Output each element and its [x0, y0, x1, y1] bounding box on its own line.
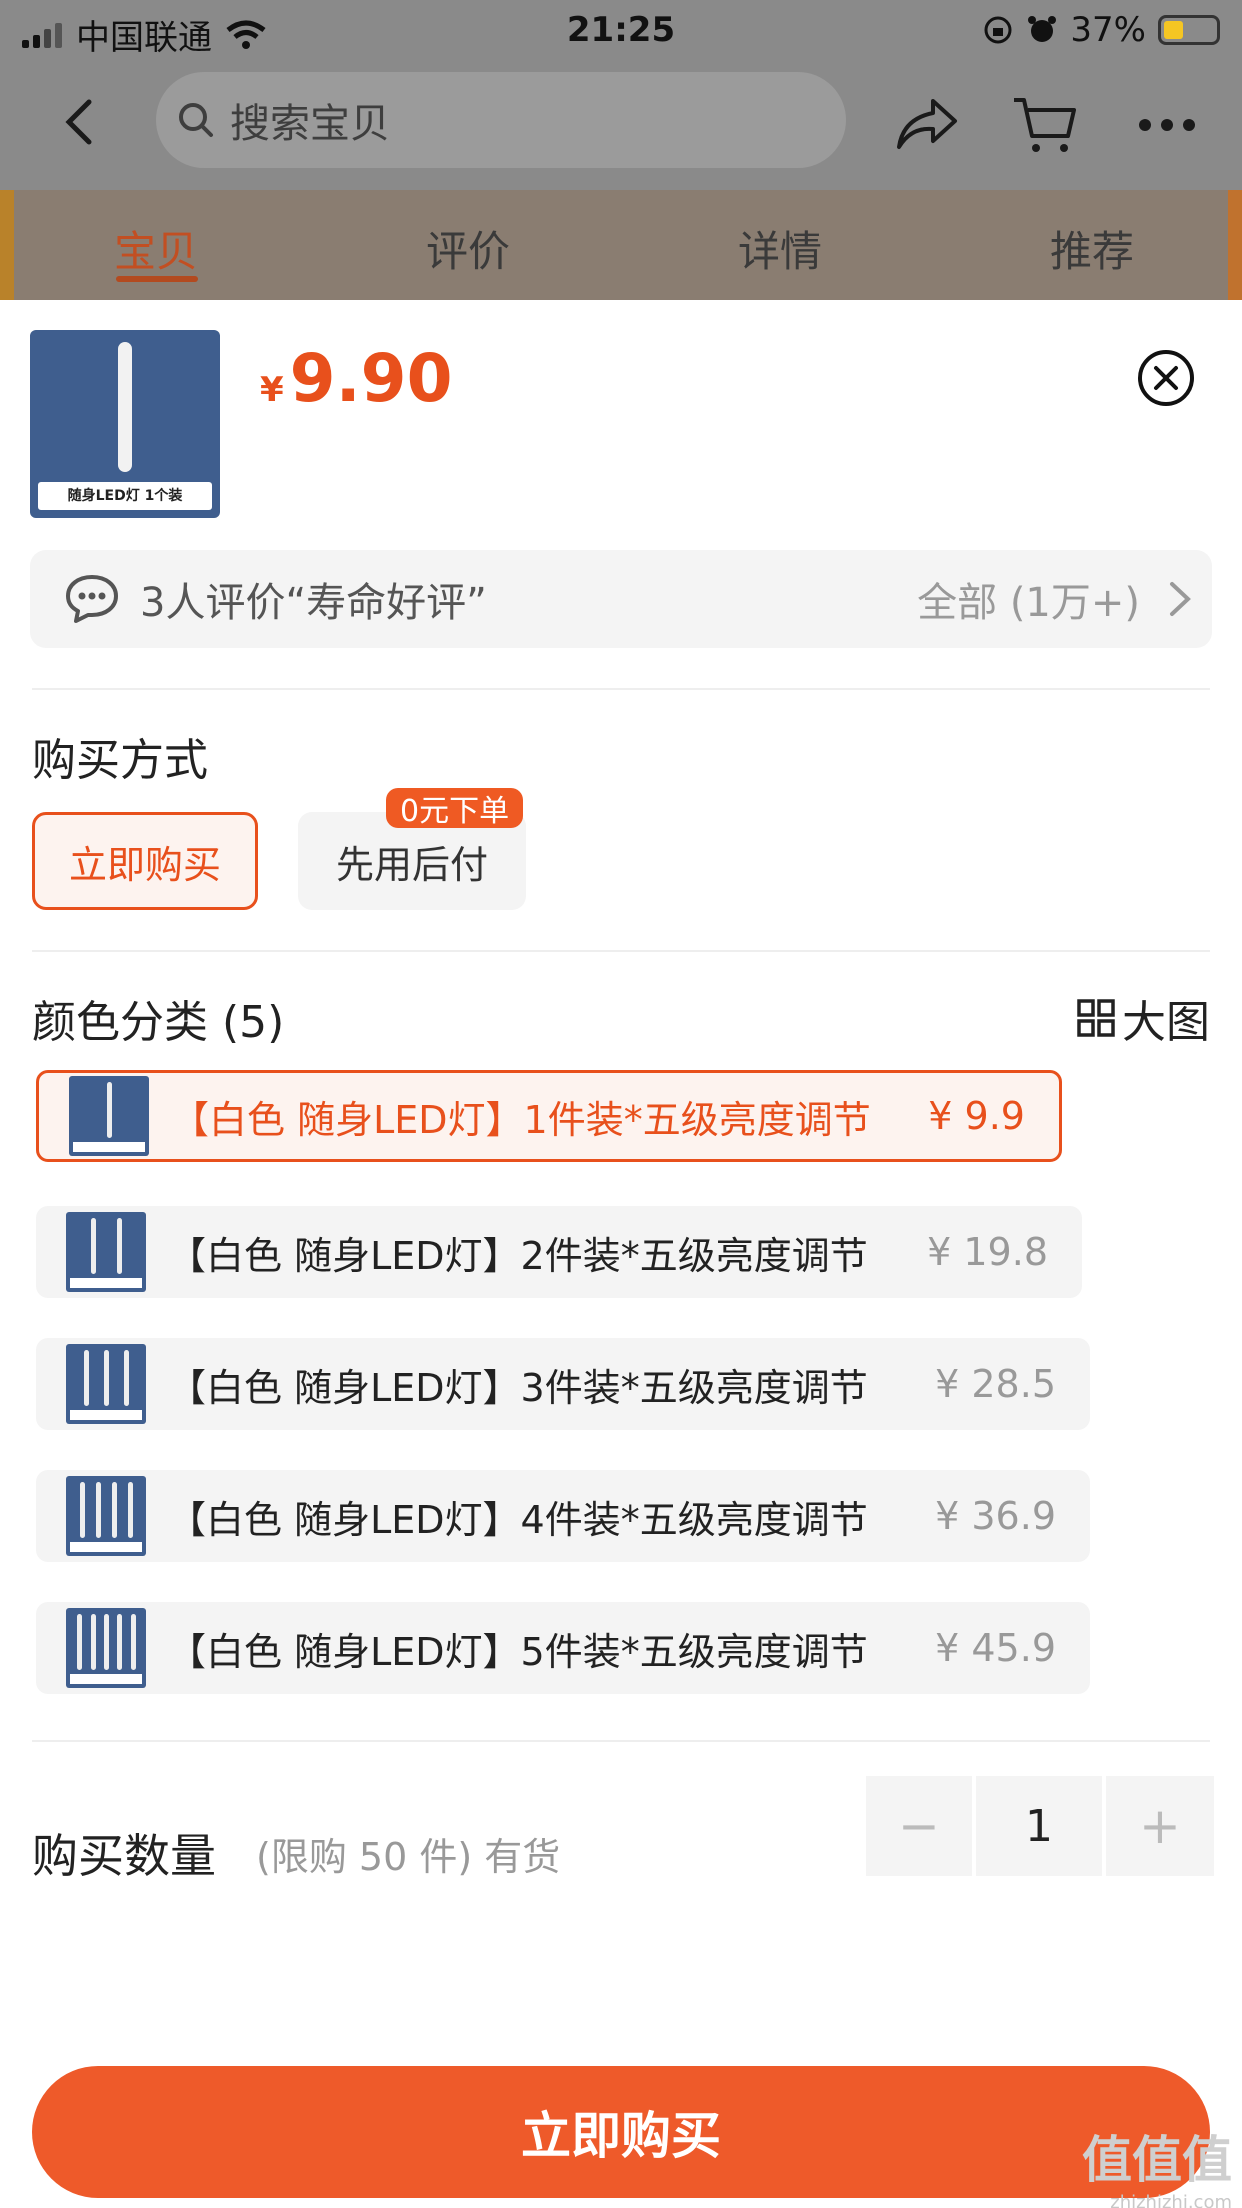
option-buy-now[interactable]: 立即购买 [32, 812, 258, 910]
variant-thumbnail [69, 1076, 149, 1156]
search-placeholder: 搜索宝贝 [230, 101, 390, 147]
led-stick-image [77, 1614, 82, 1670]
variant-label: 【白色 随身LED灯】1件装*五级亮度调节 [171, 1097, 871, 1142]
divider [32, 950, 1210, 952]
close-icon [1154, 366, 1178, 390]
tab-bar: 宝贝 评价 详情 推荐 [0, 190, 1242, 300]
variant-thumbnail [66, 1212, 146, 1292]
led-stick-image [128, 1482, 133, 1538]
led-stick-image [117, 1614, 122, 1670]
led-stick-image [91, 1218, 96, 1274]
tab-details[interactable]: 详情 [738, 218, 822, 279]
back-button[interactable] [50, 94, 106, 150]
led-stick-image [124, 1350, 129, 1406]
cart-icon [1014, 98, 1076, 152]
cart-button[interactable] [1010, 90, 1080, 160]
watermark-logo: 值值值 [1082, 2131, 1232, 2189]
tab-bar-edge-right [1228, 190, 1242, 300]
variant-price: ¥ 9.9 [928, 1094, 1025, 1138]
led-stick-image [107, 1082, 112, 1138]
led-stick-image [96, 1482, 101, 1538]
quantity-title: 购买数量 [32, 1829, 216, 1883]
search-input[interactable]: 搜索宝贝 [156, 72, 846, 168]
purchase-method-title: 购买方式 [32, 735, 208, 786]
led-stick-image [80, 1482, 85, 1538]
tab-active-indicator [116, 276, 198, 282]
more-icon [1139, 119, 1195, 131]
chevron-right-icon [1170, 582, 1191, 616]
price-value: 9.90 [289, 340, 453, 417]
divider [32, 688, 1210, 690]
led-stick-image [112, 1482, 117, 1538]
quantity-stepper: − 1 + [866, 1776, 1214, 1876]
rotation-lock-icon [984, 16, 1012, 44]
tab-reviews[interactable]: 评价 [426, 218, 510, 279]
led-stick-image [91, 1614, 96, 1670]
variant-option-3[interactable]: 【白色 随身LED灯】3件装*五级亮度调节 ¥ 28.5 [36, 1338, 1090, 1430]
variant-label: 【白色 随身LED灯】2件装*五级亮度调节 [168, 1233, 868, 1278]
product-thumbnail[interactable]: 随身LED灯 1个装 [30, 330, 220, 518]
watermark: 值值值 zhizhizhi.com [1082, 2120, 1232, 2208]
tab-baobei[interactable]: 宝贝 [114, 218, 198, 279]
led-stick-image [118, 342, 132, 472]
currency-symbol: ¥ [260, 370, 284, 410]
buy-now-button[interactable]: 立即购买 [32, 2066, 1210, 2198]
big-image-toggle[interactable]: 大图 [1076, 986, 1210, 1050]
variant-price: ¥ 36.9 [935, 1494, 1056, 1538]
battery-icon [1158, 15, 1220, 45]
led-stick-image [84, 1350, 89, 1406]
status-bar: 中国联通 21:25 37% [0, 0, 1242, 62]
alarm-icon [1028, 16, 1057, 42]
led-stick-image [104, 1614, 109, 1670]
back-icon [65, 99, 92, 145]
close-button[interactable] [1138, 350, 1194, 406]
quantity-input[interactable]: 1 [976, 1776, 1102, 1876]
review-summary[interactable]: 3人评价“寿命好评” 全部 (1万+) [30, 550, 1212, 648]
thumbnail-caption: 随身LED灯 1个装 [38, 482, 212, 510]
variant-thumbnail [66, 1344, 146, 1424]
variant-label: 【白色 随身LED灯】3件装*五级亮度调节 [168, 1365, 868, 1410]
variant-option-1[interactable]: 【白色 随身LED灯】1件装*五级亮度调节 ¥ 9.9 [36, 1070, 1062, 1162]
variant-option-4[interactable]: 【白色 随身LED灯】4件装*五级亮度调节 ¥ 36.9 [36, 1470, 1090, 1562]
product-price: ¥ 9.90 [260, 340, 453, 417]
comment-icon [66, 575, 118, 623]
variant-option-2[interactable]: 【白色 随身LED灯】2件装*五级亮度调节 ¥ 19.8 [36, 1206, 1082, 1298]
share-icon [897, 99, 957, 149]
variant-label: 【白色 随身LED灯】4件装*五级亮度调节 [168, 1497, 868, 1542]
led-stick-image [131, 1614, 136, 1670]
background-page: 中国联通 21:25 37% 搜索宝贝 宝贝 评价 详情 推荐 [0, 0, 1242, 300]
tab-bar-edge-left [0, 190, 14, 300]
share-button[interactable] [892, 90, 962, 160]
variant-price: ¥ 45.9 [935, 1626, 1056, 1670]
nav-bar: 搜索宝贝 [0, 62, 1242, 184]
big-image-label: 大图 [1122, 997, 1210, 1048]
grid-icon [1077, 999, 1115, 1037]
tab-recommend[interactable]: 推荐 [1050, 218, 1134, 279]
review-all-link[interactable]: 全部 (1万+) [917, 570, 1140, 628]
variant-price: ¥ 19.8 [927, 1230, 1048, 1274]
review-text: 3人评价“寿命好评” [140, 580, 487, 626]
variant-option-5[interactable]: 【白色 随身LED灯】5件装*五级亮度调节 ¥ 45.9 [36, 1602, 1090, 1694]
zero-yuan-badge: 0元下单 [386, 788, 524, 829]
status-right: 37% [982, 10, 1220, 50]
sku-sheet: 随身LED灯 1个装 ¥ 9.90 3人评价“寿命好评” 全部 (1万+) 购买… [0, 300, 1242, 2208]
led-stick-image [104, 1350, 109, 1406]
quantity-increase-button[interactable]: + [1106, 1776, 1214, 1876]
variant-label: 【白色 随身LED灯】5件装*五级亮度调节 [168, 1629, 868, 1674]
variant-thumbnail [66, 1476, 146, 1556]
color-category-title: 颜色分类 (5) [32, 997, 285, 1048]
search-icon [179, 103, 213, 137]
quantity-decrease-button[interactable]: − [866, 1776, 972, 1876]
more-button[interactable] [1132, 90, 1202, 160]
watermark-url: zhizhizhi.com [1110, 2192, 1232, 2208]
battery-percent: 37% [1070, 10, 1146, 50]
led-stick-image [117, 1218, 122, 1274]
divider [32, 1740, 1210, 1742]
variant-price: ¥ 28.5 [935, 1362, 1056, 1406]
quantity-note: (限购 50 件) 有货 [256, 1835, 561, 1879]
variant-thumbnail [66, 1608, 146, 1688]
battery-level [1164, 21, 1183, 39]
